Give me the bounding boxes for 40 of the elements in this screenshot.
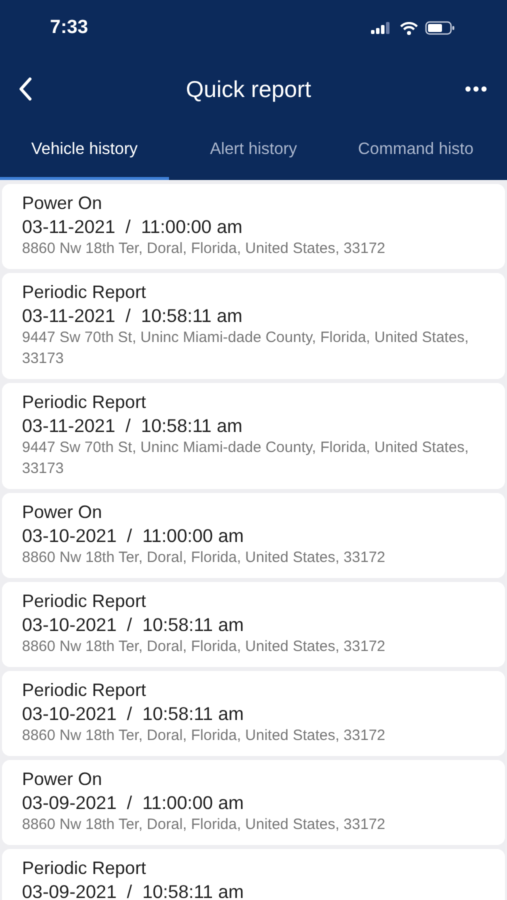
event-address: 8860 Nw 18th Ter, Doral, Florida, United States, 33172 xyxy=(22,726,386,746)
event-datetime: 03-11-2021 / 10:58:11 am xyxy=(22,304,244,327)
history-card[interactable]: Power On 03-11-2021 / 11:00:00 am 8860 Nw 18th Ter, Doral, Florida, United States, 33172 xyxy=(2,184,505,269)
event-address: 9447 Sw 70th St, Uninc Miami-dade County, Florida, United States, 33173 xyxy=(22,438,470,479)
history-card[interactable]: Power On 03-09-2021 / 11:00:00 am 8860 Nw 18th Ter, Doral, Florida, United States, 33172 xyxy=(2,760,505,845)
tab[interactable]: Command histo xyxy=(338,122,507,180)
event-type: Power On xyxy=(22,501,104,524)
event-datetime: 03-09-2021 / 11:00:00 am xyxy=(22,791,245,814)
event-type: Periodic Report xyxy=(22,391,148,414)
event-datetime: 03-10-2021 / 11:00:00 am xyxy=(22,524,245,547)
event-address: 8860 Nw 18th Ter, Doral, Florida, United States, 33172 xyxy=(22,637,386,657)
wifi-icon xyxy=(400,22,418,34)
history-card[interactable]: Power On 03-10-2021 / 11:00:00 am 8860 Nw 18th Ter, Doral, Florida, United States, 33172 xyxy=(2,493,505,578)
history-card[interactable]: Periodic Report 03-10-2021 / 10:58:11 am 8860 Nw 18th Ter, Doral, Florida, United States, 33172 xyxy=(2,582,505,667)
tab[interactable]: Vehicle history xyxy=(0,122,169,180)
more-icon xyxy=(464,86,487,92)
event-datetime: 03-11-2021 / 10:58:11 am xyxy=(22,414,244,437)
history-card[interactable]: Periodic Report 03-11-2021 / 10:58:11 am 9447 Sw 70th St, Uninc Miami-dade County, Florida, United States, 33173 xyxy=(2,273,505,379)
event-type: Periodic Report xyxy=(22,590,148,613)
event-type: Periodic Report xyxy=(22,857,148,880)
history-card[interactable]: Periodic Report 03-11-2021 / 10:58:11 am 9447 Sw 70th St, Uninc Miami-dade County, Florida, United States, 33173 xyxy=(2,383,505,489)
event-address: 8860 Nw 18th Ter, Doral, Florida, United States, 33172 xyxy=(22,239,386,259)
history-card[interactable]: Periodic Report 03-10-2021 / 10:58:11 am 8860 Nw 18th Ter, Doral, Florida, United States, 33172 xyxy=(2,671,505,756)
event-type: Periodic Report xyxy=(22,281,148,304)
history-card[interactable]: Periodic Report 03-09-2021 / 10:58:11 am xyxy=(2,849,505,900)
event-address: 8860 Nw 18th Ter, Doral, Florida, United States, 33172 xyxy=(22,815,386,835)
status-time: 7:33 xyxy=(50,17,88,39)
event-datetime: 03-09-2021 / 10:58:11 am xyxy=(22,880,245,900)
event-type: Power On xyxy=(22,192,104,215)
event-type: Power On xyxy=(22,768,104,791)
event-datetime: 03-10-2021 / 10:58:11 am xyxy=(22,702,245,725)
event-type: Periodic Report xyxy=(22,679,148,702)
screen-title: Quick report xyxy=(186,76,312,102)
event-datetime: 03-11-2021 / 11:00:00 am xyxy=(22,215,244,238)
battery-icon xyxy=(425,21,455,35)
event-address: 8860 Nw 18th Ter, Doral, Florida, United States, 33172 xyxy=(22,548,386,568)
tab[interactable]: Alert history xyxy=(169,122,338,180)
back-icon xyxy=(18,77,32,101)
event-datetime: 03-10-2021 / 10:58:11 am xyxy=(22,613,245,636)
event-address: 9447 Sw 70th St, Uninc Miami-dade County, Florida, United States, 33173 xyxy=(22,328,470,369)
